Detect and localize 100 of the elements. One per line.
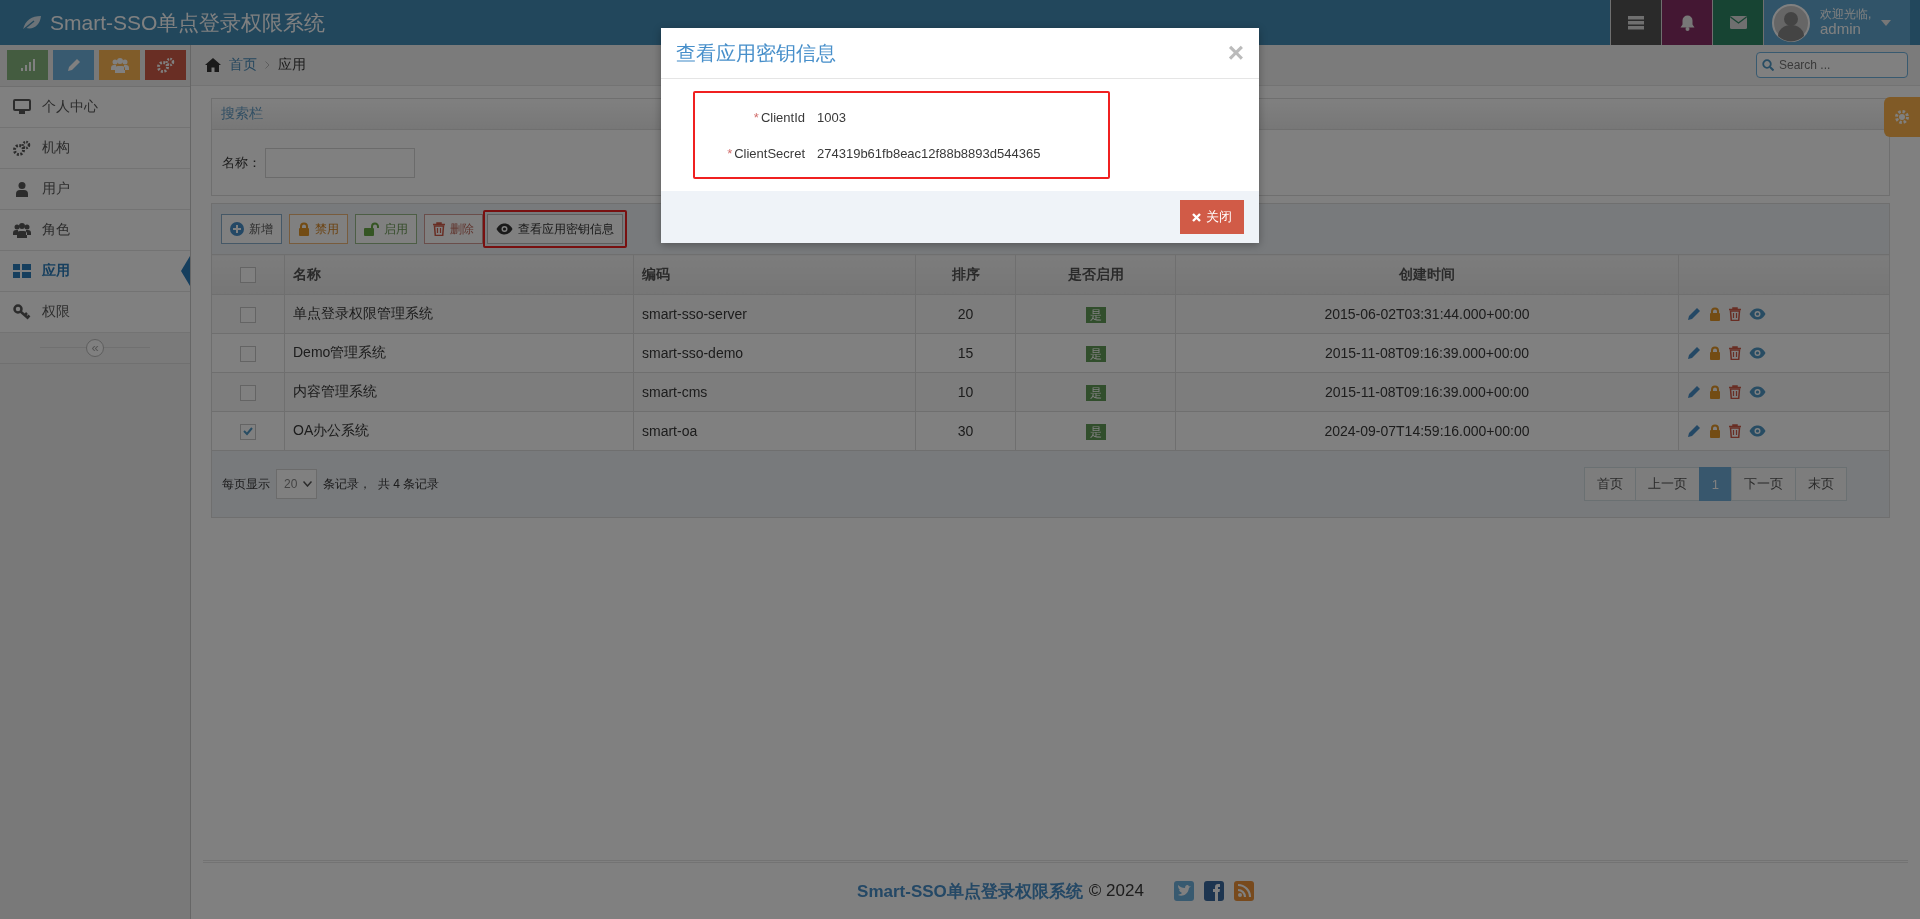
shortcut-button[interactable] (99, 50, 140, 80)
field-value: 1003 (817, 109, 846, 125)
checkbox[interactable] (240, 345, 256, 362)
tasks-button[interactable] (1610, 0, 1661, 45)
delete-icon[interactable] (1729, 307, 1741, 321)
table-cell: smart-sso-server (633, 294, 916, 334)
checkbox[interactable] (240, 306, 256, 323)
checkbox[interactable] (240, 423, 256, 440)
gears-icon (13, 140, 31, 156)
shortcut-button[interactable] (7, 50, 48, 80)
collapse-button[interactable]: « (86, 339, 104, 357)
edit-icon[interactable] (1687, 385, 1701, 399)
toolbar-button[interactable]: 禁用 (289, 214, 348, 244)
delete-icon[interactable] (1729, 385, 1741, 399)
column-header: 编码 (633, 254, 916, 295)
toolbar-button[interactable]: 新增 (221, 214, 282, 244)
table-cell: 单点登录权限管理系统 (284, 294, 634, 334)
table-cell: Demo管理系统 (284, 333, 634, 373)
page-button[interactable]: 末页 (1795, 467, 1847, 501)
sidebar-item[interactable]: 用户 (0, 169, 190, 210)
lock-icon[interactable] (1709, 424, 1721, 438)
key-icon (13, 304, 31, 320)
checkbox[interactable] (240, 384, 256, 401)
grid-icon (13, 264, 31, 278)
rss-icon[interactable] (1233, 881, 1254, 901)
table-cell: 2015-11-08T09:16:39.000+00:00 (1175, 372, 1679, 412)
sidebar-item[interactable]: 权限 (0, 292, 190, 333)
pencil-icon (66, 58, 81, 72)
notifications-button[interactable] (1661, 0, 1712, 45)
page-size-select[interactable]: 20 (276, 469, 318, 499)
shortcut-button[interactable] (145, 50, 186, 80)
leaf-icon (22, 14, 42, 31)
dialog-title: 查看应用密钥信息 (676, 40, 837, 66)
toolbar-button[interactable]: 删除 (424, 214, 483, 244)
status-label: 是 (1085, 306, 1106, 323)
status-label: 是 (1085, 423, 1106, 440)
field-label: *ClientId (752, 109, 806, 125)
table-cell: OA办公系统 (284, 411, 634, 451)
close-button[interactable]: × (1227, 39, 1244, 67)
settings-button[interactable] (1884, 97, 1920, 137)
view-icon[interactable] (1749, 386, 1766, 398)
edit-icon[interactable] (1687, 307, 1701, 321)
field-value: 274319b61fb8eac12f88b8893d544365 (817, 145, 1041, 161)
social-icon[interactable] (1203, 881, 1224, 901)
table-cell: 10 (915, 372, 1016, 412)
shortcut-button[interactable] (53, 50, 94, 80)
greeting-text: 欢迎光临, (1820, 7, 1872, 21)
delete-icon[interactable] (1729, 424, 1741, 438)
table-cell: smart-sso-demo (633, 333, 916, 373)
app-title: Smart-SSO单点登录权限系统 (50, 9, 326, 36)
caret-icon (1881, 19, 1892, 26)
trash-icon (433, 222, 445, 236)
lock-icon[interactable] (1709, 346, 1721, 360)
pager-text: 每页显示 (222, 475, 270, 493)
user-menu[interactable]: 欢迎光临, admin (1763, 0, 1910, 45)
checkbox[interactable] (240, 267, 256, 284)
table-cell: 30 (915, 411, 1016, 451)
table-cell: 15 (915, 333, 1016, 373)
field-label: *ClientSecret (726, 145, 806, 161)
messages-button[interactable] (1712, 0, 1763, 45)
delete-icon[interactable] (1729, 346, 1741, 360)
pager-text: 条记录， 共 4 条记录 (323, 475, 440, 493)
users-icon (13, 222, 31, 238)
edit-icon[interactable] (1687, 424, 1701, 438)
sidebar-item[interactable]: 应用 (0, 251, 190, 292)
search-field[interactable]: Search ... (1756, 52, 1908, 78)
table-cell: 2015-11-08T09:16:39.000+00:00 (1175, 333, 1679, 373)
view-icon[interactable] (1749, 425, 1766, 437)
view-icon[interactable] (1749, 347, 1766, 359)
column-header: 名称 (284, 254, 634, 295)
breadcrumb-current: 应用 (278, 56, 306, 74)
close-icon (1192, 212, 1201, 222)
lock-icon[interactable] (1709, 307, 1721, 321)
unlock-icon (364, 222, 379, 236)
column-header: 创建时间 (1175, 254, 1679, 295)
monitor-icon (13, 99, 31, 115)
breadcrumb-link[interactable]: 首页 (229, 56, 257, 74)
signal-icon (20, 59, 35, 71)
status-label: 是 (1085, 384, 1106, 401)
copyright-text: © 2024 (1088, 881, 1144, 901)
users-icon (110, 57, 129, 73)
caret-icon (303, 481, 313, 487)
close-button[interactable]: 关闭 (1180, 200, 1244, 234)
sidebar-item[interactable]: 角色 (0, 210, 190, 251)
envelope-icon (1729, 16, 1747, 29)
column-header: 是否启用 (1015, 254, 1176, 295)
chevron-icon (265, 61, 270, 69)
sidebar-item[interactable]: 个人中心 (0, 87, 190, 128)
page-button[interactable]: 首页 (1583, 467, 1636, 501)
lock-icon[interactable] (1709, 385, 1721, 399)
toolbar-button[interactable]: 启用 (355, 214, 417, 244)
toolbar-button[interactable]: 查看应用密钥信息 (487, 214, 623, 244)
bird-icon[interactable] (1173, 881, 1194, 901)
lock-icon (298, 222, 310, 236)
edit-icon[interactable] (1687, 346, 1701, 360)
sidebar-item[interactable]: 机构 (0, 128, 190, 169)
user-name: admin (1820, 20, 1861, 38)
view-icon[interactable] (1749, 308, 1766, 320)
page-button[interactable]: 1 (1698, 467, 1732, 501)
footer-brand: Smart-SSO单点登录权限系统 (857, 880, 1083, 903)
